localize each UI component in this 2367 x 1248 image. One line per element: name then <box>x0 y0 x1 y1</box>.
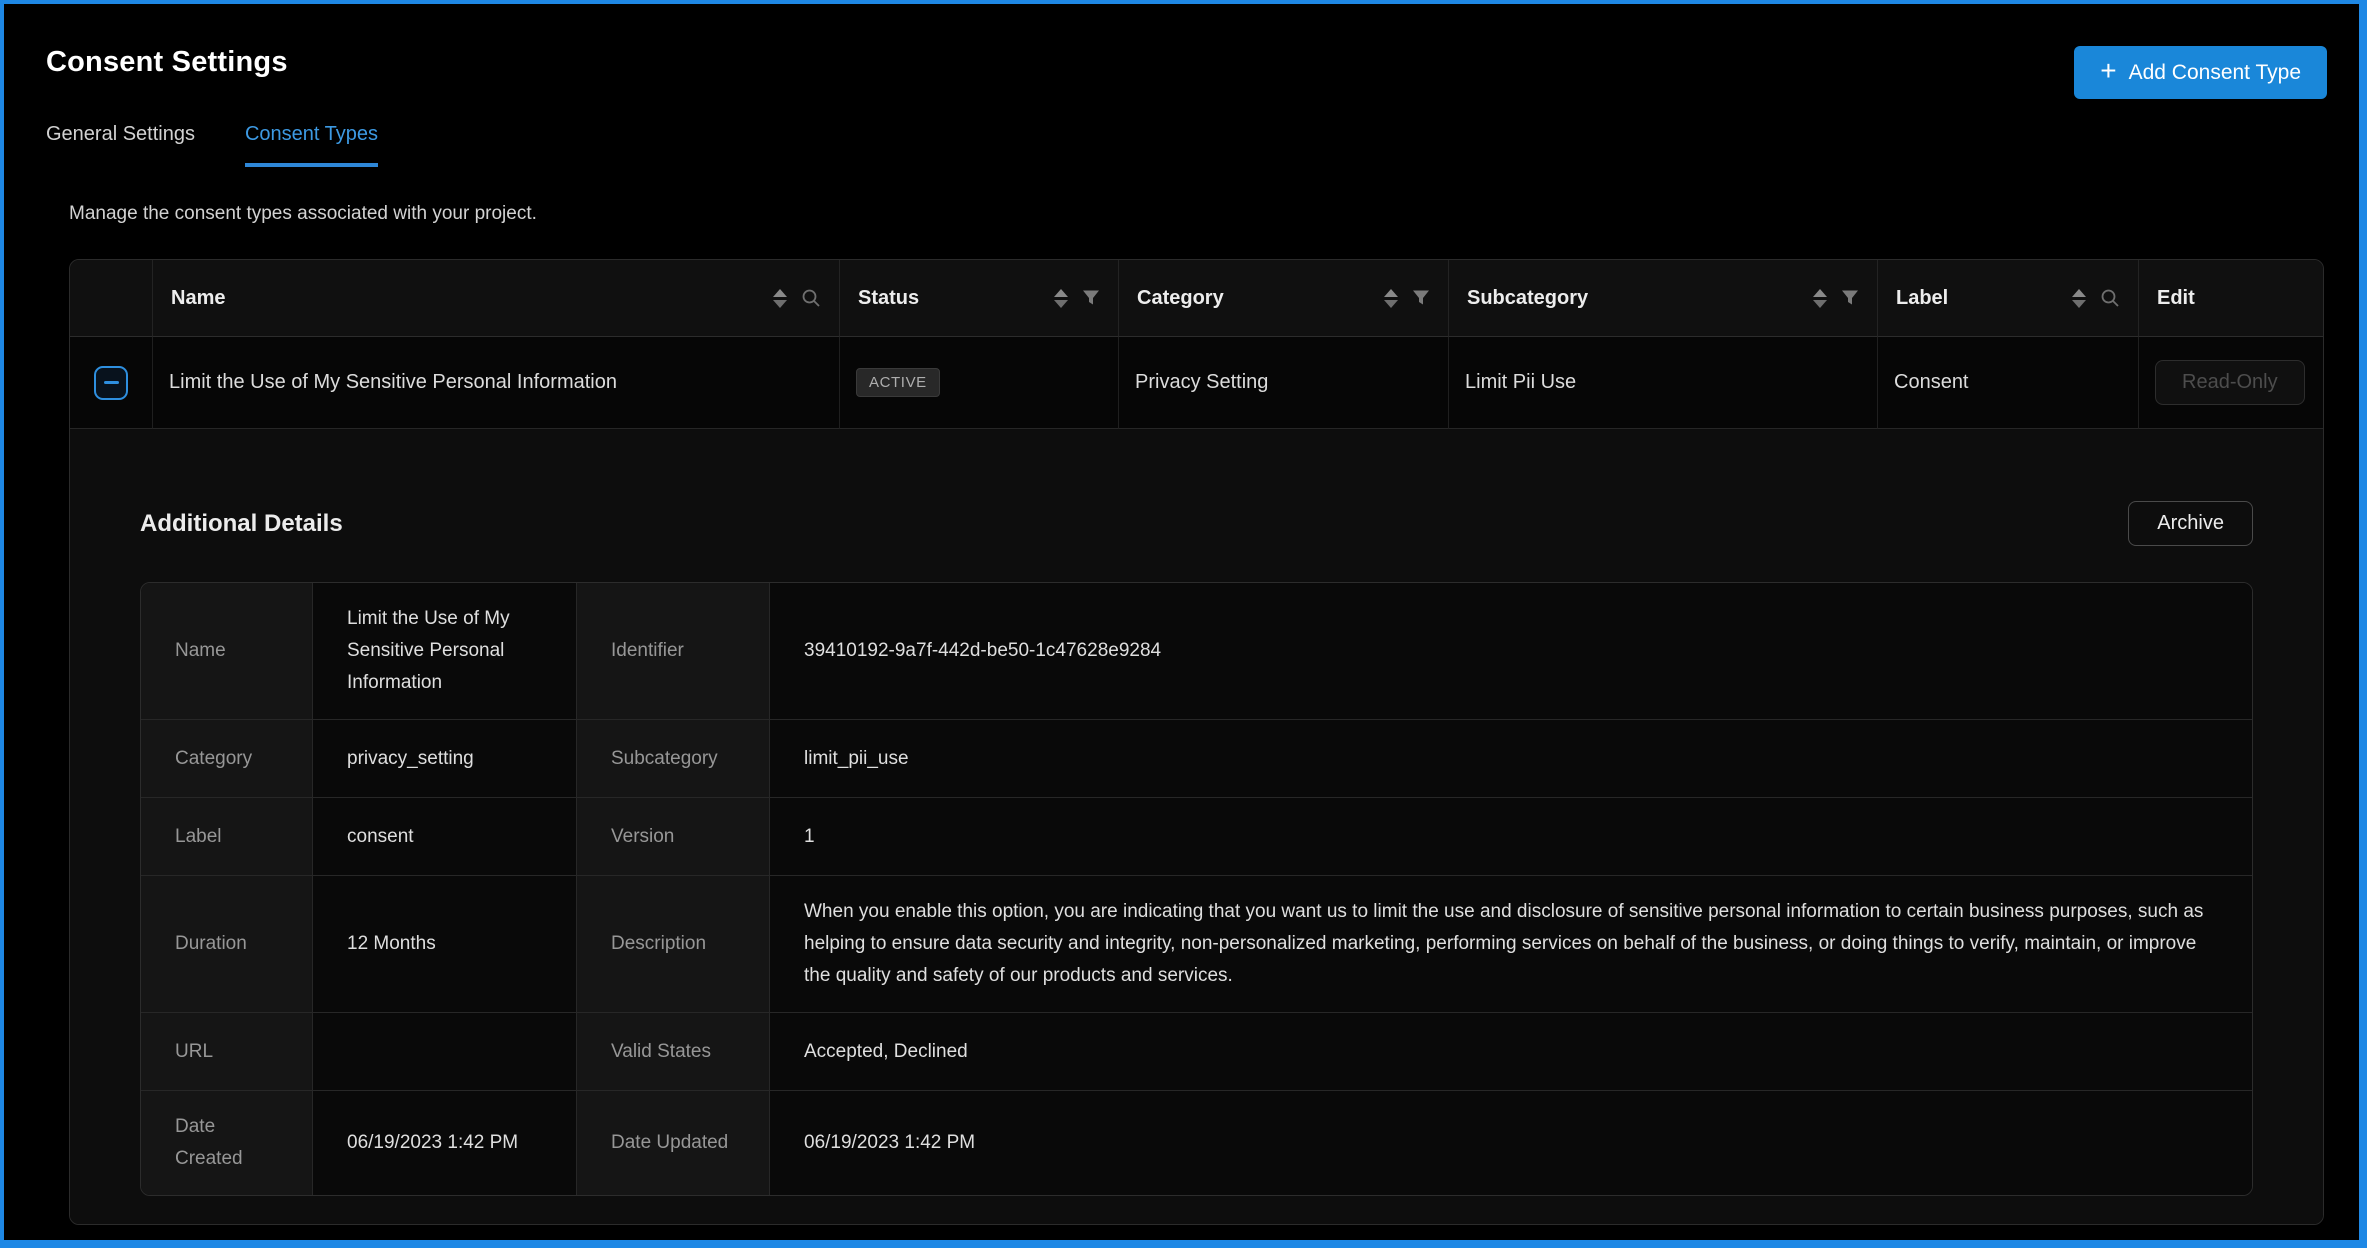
detail-label: Duration <box>141 875 313 1012</box>
detail-label: Valid States <box>577 1012 770 1090</box>
tab-general-settings[interactable]: General Settings <box>46 123 195 167</box>
read-only-button[interactable]: Read-Only <box>2155 360 2305 405</box>
sort-icon[interactable] <box>1054 289 1068 308</box>
detail-label: Category <box>141 719 313 797</box>
expand-cell <box>70 337 153 429</box>
detail-label: Identifier <box>577 583 770 719</box>
sort-icon[interactable] <box>1813 289 1827 308</box>
row-label-cell: Consent <box>1878 337 2139 429</box>
detail-value: consent <box>313 797 577 875</box>
detail-label: Version <box>577 797 770 875</box>
row-subcategory-cell: Limit Pii Use <box>1449 337 1878 429</box>
additional-details-heading: Additional Details <box>140 510 343 538</box>
column-header-status-label: Status <box>858 287 919 310</box>
page-title: Consent Settings <box>46 46 288 79</box>
column-header-subcategory[interactable]: Subcategory <box>1449 260 1878 337</box>
search-icon[interactable] <box>801 288 821 308</box>
sort-icon[interactable] <box>773 289 787 308</box>
details-header: Additional Details Archive <box>140 429 2253 546</box>
tab-bar: General Settings Consent Types <box>4 99 2359 167</box>
filter-icon[interactable] <box>1412 289 1430 307</box>
status-badge: ACTIVE <box>856 368 940 397</box>
filter-icon[interactable] <box>1082 289 1100 307</box>
row-edit-cell: Read-Only <box>2139 337 2323 429</box>
column-header-edit: Edit <box>2139 260 2323 337</box>
row-name-cell: Limit the Use of My Sensitive Personal I… <box>153 337 840 429</box>
consent-types-table: Name Status Category <box>69 259 2324 1225</box>
detail-label: Description <box>577 875 770 1012</box>
column-header-name[interactable]: Name <box>153 260 840 337</box>
detail-value: Accepted, Declined <box>770 1012 2252 1090</box>
add-consent-type-label: Add Consent Type <box>2129 61 2301 85</box>
column-header-subcategory-label: Subcategory <box>1467 287 1588 310</box>
detail-label: Name <box>141 583 313 719</box>
detail-value: 1 <box>770 797 2252 875</box>
details-table: Name Limit the Use of My Sensitive Perso… <box>140 582 2253 1196</box>
collapse-row-button[interactable] <box>94 366 128 400</box>
column-header-edit-label: Edit <box>2157 287 2195 310</box>
minus-icon <box>104 381 119 384</box>
consent-settings-page: Consent Settings + Add Consent Type Gene… <box>0 0 2367 1248</box>
column-header-category-label: Category <box>1137 287 1224 310</box>
column-header-expand <box>70 260 153 337</box>
filter-icon[interactable] <box>1841 289 1859 307</box>
panel-description: Manage the consent types associated with… <box>69 203 2359 225</box>
column-header-name-label: Name <box>171 287 225 310</box>
detail-label: Subcategory <box>577 719 770 797</box>
row-status-cell: ACTIVE <box>840 337 1119 429</box>
detail-label: Date Updated <box>577 1090 770 1195</box>
detail-value: privacy_setting <box>313 719 577 797</box>
add-consent-type-button[interactable]: + Add Consent Type <box>2074 46 2327 99</box>
detail-value: 12 Months <box>313 875 577 1012</box>
detail-value: limit_pii_use <box>770 719 2252 797</box>
detail-value <box>313 1012 577 1090</box>
archive-button[interactable]: Archive <box>2128 501 2253 546</box>
column-header-label-label: Label <box>1896 287 1948 310</box>
detail-label: Label <box>141 797 313 875</box>
detail-value: When you enable this option, you are ind… <box>770 875 2252 1012</box>
row-category-cell: Privacy Setting <box>1119 337 1449 429</box>
detail-label: Date Created <box>141 1090 313 1195</box>
table-header-row: Name Status Category <box>70 260 2323 337</box>
sort-icon[interactable] <box>2072 289 2086 308</box>
tab-consent-types[interactable]: Consent Types <box>245 123 378 167</box>
detail-value: Limit the Use of My Sensitive Personal I… <box>313 583 577 719</box>
detail-value: 06/19/2023 1:42 PM <box>313 1090 577 1195</box>
detail-value: 06/19/2023 1:42 PM <box>770 1090 2252 1195</box>
search-icon[interactable] <box>2100 288 2120 308</box>
table-row: Limit the Use of My Sensitive Personal I… <box>70 337 2323 429</box>
plus-icon: + <box>2100 57 2116 85</box>
detail-label: URL <box>141 1012 313 1090</box>
column-header-category[interactable]: Category <box>1119 260 1449 337</box>
column-header-status[interactable]: Status <box>840 260 1119 337</box>
page-header: Consent Settings + Add Consent Type <box>4 4 2359 99</box>
sort-icon[interactable] <box>1384 289 1398 308</box>
expanded-row-details: Additional Details Archive Name Limit th… <box>70 429 2323 1225</box>
detail-value: 39410192-9a7f-442d-be50-1c47628e9284 <box>770 583 2252 719</box>
column-header-label[interactable]: Label <box>1878 260 2139 337</box>
